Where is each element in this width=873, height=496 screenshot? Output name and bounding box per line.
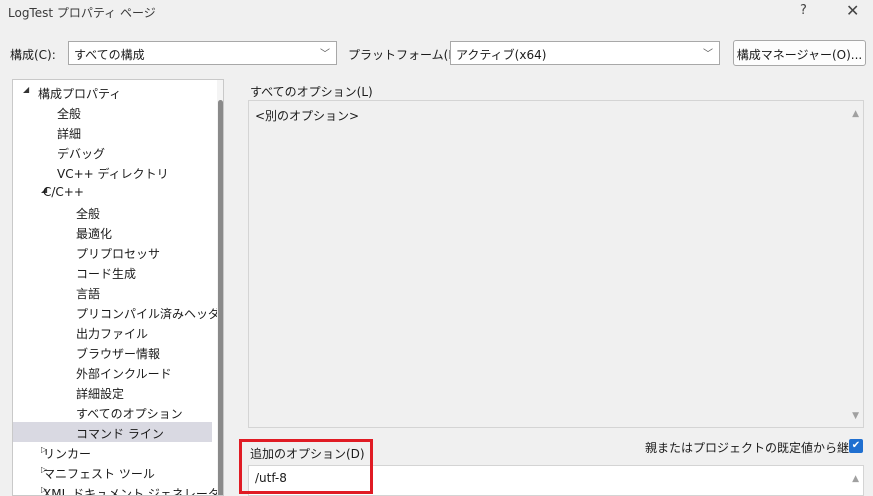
property-tree[interactable]: ▷ XML ドキュメント ジェネレーター ▷ マニフェスト ツール ▷ リンカー コマンド … <box>12 79 224 496</box>
tree-item[interactable]: ◢ C/C++ <box>13 182 212 202</box>
tree-item-label: プリコンパイル済みヘッダー <box>76 307 224 321</box>
tree-item-label: XML ドキュメント ジェネレーター <box>43 487 224 496</box>
scroll-up-icon[interactable]: ▲ <box>852 109 859 119</box>
window-title: LogTest プロパティ ページ <box>8 6 156 20</box>
tree-item[interactable]: 出力ファイル <box>13 322 212 342</box>
tree-item[interactable]: ▷ XML ドキュメント ジェネレーター <box>13 482 223 495</box>
inherit-label: 親またはプロジェクトの既定値から継承 <box>645 441 862 455</box>
tree-item[interactable]: プリプロセッサ <box>13 242 212 262</box>
config-dropdown[interactable]: すべての構成 ﹀ <box>68 41 337 65</box>
tree-item[interactable]: 外部インクルード <box>13 362 212 382</box>
help-button[interactable]: ? <box>800 3 807 18</box>
tree-item-label: 構成プロパティ <box>38 87 122 101</box>
scroll-up-icon[interactable]: ▲ <box>852 474 859 484</box>
scroll-down-icon[interactable]: ▼ <box>852 411 859 421</box>
all-options-textbox[interactable]: <別のオプション> ▲ ▼ <box>248 100 864 428</box>
tree-item[interactable]: ブラウザー情報 <box>13 342 212 362</box>
config-manager-button[interactable]: 構成マネージャー(O)... <box>733 40 866 66</box>
title-bar: LogTest プロパティ ページ ? ✕ <box>0 0 873 26</box>
tree-item[interactable]: ▷ リンカー <box>13 442 212 462</box>
tree-item-label: すべてのオプション <box>76 407 183 421</box>
tree-item[interactable]: 詳細 <box>13 122 212 142</box>
tree-item-label: ブラウザー情報 <box>76 347 161 361</box>
checkmark-icon: ✔ <box>851 440 861 451</box>
tree-item-label: デバッグ <box>57 147 106 161</box>
tree-item-label: 詳細設定 <box>76 387 125 401</box>
tree-scrollbar-thumb[interactable] <box>218 100 223 495</box>
platform-value: アクティブ(x64) <box>456 48 547 62</box>
platform-label: プラットフォーム(P): <box>348 48 465 62</box>
tree-item-label: 全般 <box>76 207 101 221</box>
tree-item-label: リンカー <box>43 447 92 461</box>
tree-item-label: 全般 <box>57 107 82 121</box>
tree-item-label: 出力ファイル <box>76 327 149 341</box>
inherit-checkbox[interactable]: ✔ <box>849 439 863 453</box>
tree-item-label: 言語 <box>76 287 101 301</box>
tree-item-label: 外部インクルード <box>76 367 172 381</box>
config-value: すべての構成 <box>74 48 145 62</box>
tree-item[interactable]: すべてのオプション <box>13 402 212 422</box>
tree-item-label: C/C++ <box>43 185 84 199</box>
tree-item[interactable]: コード生成 <box>13 262 212 282</box>
tree-item-label: プリプロセッサ <box>76 247 161 261</box>
tree-item-label: 詳細 <box>57 127 82 141</box>
config-label: 構成(C): <box>10 48 56 62</box>
tree-item[interactable]: 最適化 <box>13 222 212 242</box>
tree-item[interactable]: 言語 <box>13 282 212 302</box>
tree-item[interactable]: デバッグ <box>13 142 212 162</box>
tree-item-label: コード生成 <box>76 267 137 281</box>
tree-item[interactable]: ▷ マニフェスト ツール <box>13 462 212 482</box>
highlight-annotation-box <box>239 439 373 494</box>
close-button[interactable]: ✕ <box>846 1 859 20</box>
tree-item[interactable]: 全般 <box>13 202 212 222</box>
all-options-value: <別のオプション> <box>255 109 360 123</box>
chevron-down-icon: ﹀ <box>320 49 330 60</box>
tree-item[interactable]: 詳細設定 <box>13 382 212 402</box>
tree-item-label: 最適化 <box>76 227 113 241</box>
tree-item[interactable]: VC++ ディレクトリ <box>13 162 212 182</box>
tree-item-label: VC++ ディレクトリ <box>57 167 169 181</box>
tree-item[interactable]: コマンド ライン <box>13 422 212 442</box>
all-options-label: すべてのオプション(L) <box>250 85 373 99</box>
expanded-arrow-icon[interactable]: ◢ <box>23 85 29 94</box>
platform-dropdown[interactable]: アクティブ(x64) ﹀ <box>450 41 720 65</box>
chevron-down-icon: ﹀ <box>703 49 713 60</box>
tree-item[interactable]: プリコンパイル済みヘッダー <box>13 302 223 322</box>
tree-item[interactable]: ◢ 構成プロパティ <box>13 82 212 102</box>
tree-item-label: コマンド ライン <box>76 427 164 441</box>
tree-item[interactable]: 全般 <box>13 102 212 122</box>
tree-item-label: マニフェスト ツール <box>43 467 155 481</box>
